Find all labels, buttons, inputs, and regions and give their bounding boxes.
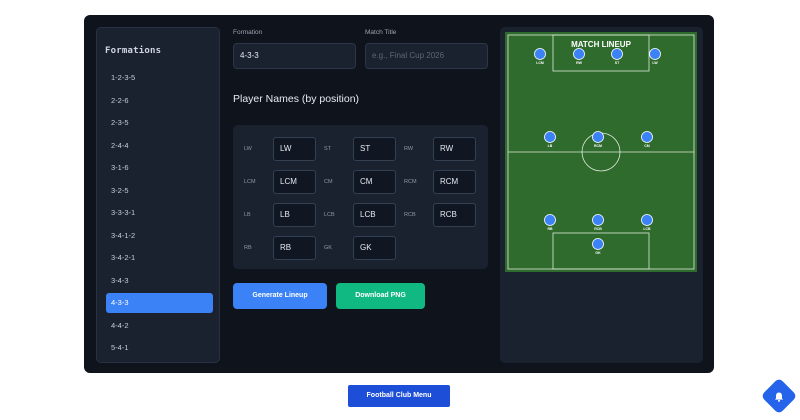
player-label: RB — [547, 227, 553, 231]
players-heading: Player Names (by position) — [233, 93, 360, 105]
player-label: LB — [548, 144, 553, 148]
player-label: CM — [644, 144, 650, 148]
formation-item[interactable]: 3-4-3 — [106, 271, 213, 291]
player-marker — [534, 48, 546, 60]
player-label: LCM — [536, 61, 544, 65]
formations-title: Formations — [105, 46, 162, 56]
player-marker — [641, 131, 653, 143]
formations-sidebar: Formations 1-2-3-5 2-2-6 2-3-5 2-4-4 3-1-6 3-… — [96, 27, 220, 363]
download-png-button[interactable]: Download PNG — [336, 283, 425, 309]
formation-item[interactable]: 3-4-2-1 — [106, 248, 213, 268]
pitch: MATCH LINEUP LCM RW ST LW LB RCM CM RB RCB LCB GK — [505, 32, 697, 272]
player-marker — [592, 238, 604, 250]
position-input[interactable]: RW — [433, 137, 476, 161]
position-input[interactable]: GK — [353, 236, 396, 260]
formation-item[interactable]: 4-3-3 — [106, 293, 213, 313]
positions-panel: LW LW ST ST RW RW LCM LCM CM CM RCM RCM LB LB LCB LCB RC… — [233, 125, 488, 269]
help-button[interactable] — [760, 377, 798, 415]
formation-item[interactable]: 5-4-1 — [106, 338, 213, 358]
formation-item[interactable]: 3-2-5 — [106, 181, 213, 201]
player-label: ST — [615, 61, 620, 65]
position-label: LCB — [324, 212, 335, 218]
player-label: RCB — [594, 227, 602, 231]
player-marker — [573, 48, 585, 60]
player-marker — [544, 131, 556, 143]
position-label: RB — [244, 245, 252, 251]
position-input[interactable]: LCB — [353, 203, 396, 227]
formation-item[interactable]: 2-3-5 — [106, 113, 213, 133]
formation-item[interactable]: 2-4-4 — [106, 136, 213, 156]
player-label: LCB — [643, 227, 651, 231]
position-label: GK — [324, 245, 332, 251]
formation-item[interactable]: 3-3-3-1 — [106, 203, 213, 223]
pitch-title: MATCH LINEUP — [571, 40, 632, 49]
position-input[interactable]: RB — [273, 236, 316, 260]
formation-item[interactable]: 4-4-2 — [106, 316, 213, 336]
player-marker — [592, 131, 604, 143]
position-label: RCM — [404, 179, 417, 185]
position-input[interactable]: LB — [273, 203, 316, 227]
position-label: LB — [244, 212, 251, 218]
player-label: RCM — [594, 144, 602, 148]
formation-input[interactable]: 4-3-3 — [233, 43, 356, 69]
position-label: RW — [404, 146, 414, 152]
position-label: LCM — [244, 179, 256, 185]
position-input[interactable]: ST — [353, 137, 396, 161]
lineup-preview: MATCH LINEUP LCM RW ST LW LB RCM CM RB RCB LCB GK — [500, 27, 703, 363]
formation-item[interactable]: 3-4-1-2 — [106, 226, 213, 246]
position-label: ST — [324, 146, 332, 152]
player-marker — [649, 48, 661, 60]
formation-label: Formation — [233, 29, 263, 36]
position-label: RCB — [404, 212, 416, 218]
football-club-menu-button[interactable]: Football Club Menu — [348, 385, 450, 407]
position-input[interactable]: LW — [273, 137, 316, 161]
formation-item[interactable]: 2-2-6 — [106, 91, 213, 111]
position-label: CM — [324, 179, 333, 185]
position-input[interactable]: RCM — [433, 170, 476, 194]
position-input[interactable]: RCB — [433, 203, 476, 227]
player-label: RW — [576, 61, 582, 65]
match-title-input[interactable]: e.g., Final Cup 2026 — [365, 43, 488, 69]
lineup-app: Formations 1-2-3-5 2-2-6 2-3-5 2-4-4 3-1-6 3-… — [84, 15, 714, 373]
position-input[interactable]: CM — [353, 170, 396, 194]
player-marker — [611, 48, 623, 60]
match-title-label: Match Title — [365, 29, 397, 36]
player-label: GK — [595, 251, 601, 255]
generate-lineup-button[interactable]: Generate Lineup — [233, 283, 327, 309]
position-input[interactable]: LCM — [273, 170, 316, 194]
formation-item[interactable]: 3-1-6 — [106, 158, 213, 178]
player-marker — [544, 214, 556, 226]
player-marker — [641, 214, 653, 226]
player-marker — [592, 214, 604, 226]
position-label: LW — [244, 146, 252, 152]
formation-item[interactable]: 1-2-3-5 — [106, 68, 213, 88]
bell-icon — [773, 390, 785, 402]
player-label: LW — [652, 61, 658, 65]
